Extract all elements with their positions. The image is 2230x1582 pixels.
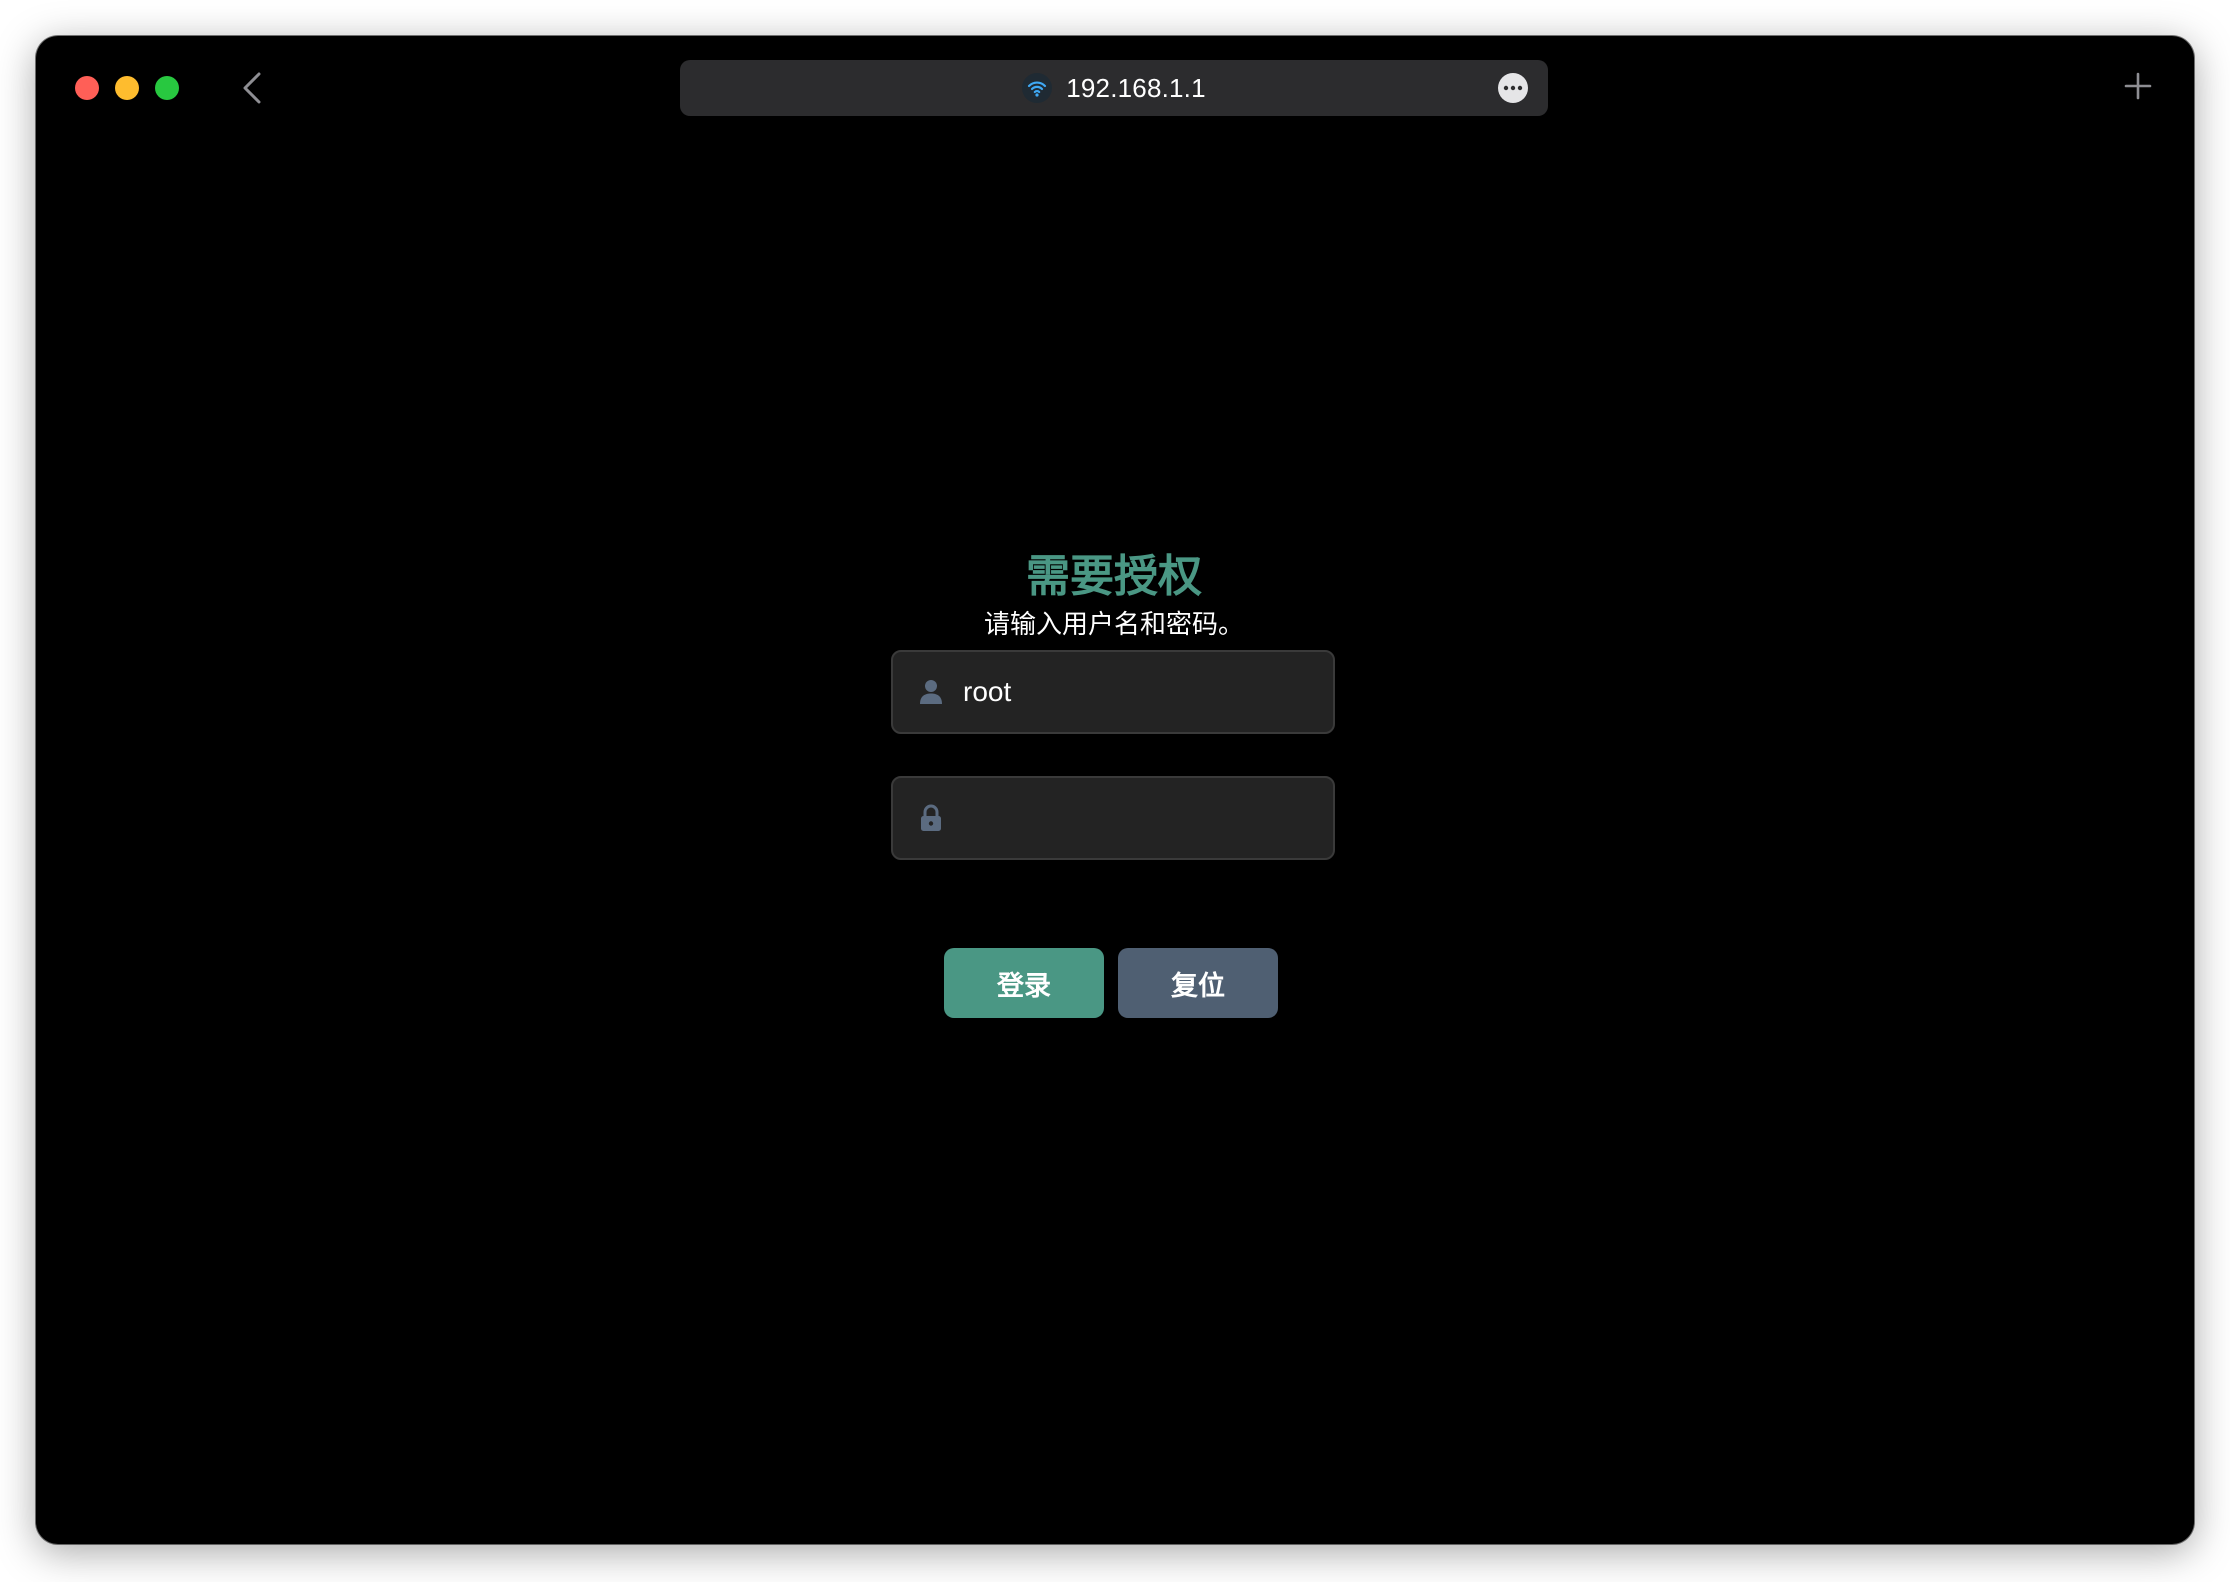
username-field[interactable]: [891, 650, 1335, 734]
url-text[interactable]: 192.168.1.1: [1066, 73, 1206, 104]
plus-icon: [2124, 72, 2152, 100]
lock-icon: [921, 804, 941, 831]
wifi-icon: [1022, 73, 1053, 103]
minimize-window-button[interactable]: [115, 76, 139, 100]
close-window-button[interactable]: [75, 76, 99, 100]
new-tab-button[interactable]: [2118, 66, 2158, 106]
login-instructions: 请输入用户名和密码。: [983, 610, 1244, 640]
form-actions: 登录 复位: [891, 948, 1337, 1018]
chevron-left-icon: [243, 72, 261, 104]
address-bar[interactable]: 192.168.1.1: [680, 60, 1548, 116]
ellipsis-icon: [1503, 85, 1523, 91]
login-button[interactable]: 登录: [944, 948, 1104, 1018]
user-icon: [920, 680, 942, 704]
page-title: 需要授权: [1026, 552, 1202, 601]
title-bar: 192.168.1.1: [36, 36, 2194, 140]
password-field[interactable]: [891, 776, 1335, 860]
password-input[interactable]: [963, 778, 1317, 858]
username-input[interactable]: [963, 652, 1317, 732]
reset-button[interactable]: 复位: [1118, 948, 1278, 1018]
maximize-window-button[interactable]: [155, 76, 179, 100]
browser-window: 192.168.1.1 需要授权 请输入用户名和密码。 root 登录 复位: [36, 36, 2194, 1544]
page-options-button[interactable]: [1498, 73, 1528, 103]
page-content: 需要授权 请输入用户名和密码。 登录 复位: [36, 140, 2194, 1544]
back-button[interactable]: [232, 68, 272, 108]
